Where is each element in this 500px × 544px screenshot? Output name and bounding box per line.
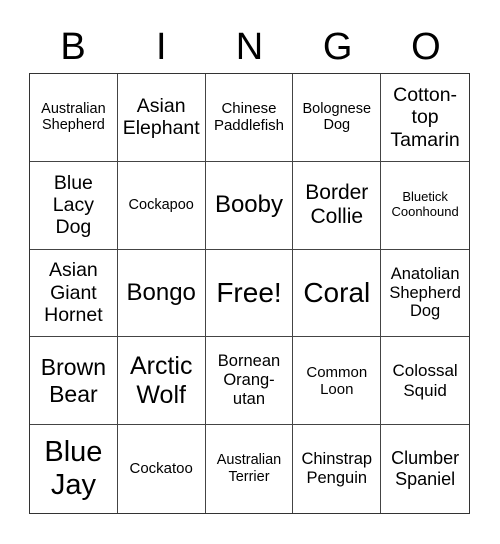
bingo-header: B I N G O [29,22,470,72]
bingo-cell[interactable]: Bolognese Dog [293,74,382,162]
bingo-cell[interactable]: Booby [205,161,294,250]
bingo-cell[interactable]: Colossal Squid [381,337,469,426]
bingo-cell[interactable]: Blue Jay [30,425,118,513]
bingo-cell[interactable]: Blue Lacy Dog [30,161,118,250]
bingo-cell[interactable]: Cockatoo [118,425,206,513]
bingo-cell[interactable]: Arctic Wolf [117,337,206,426]
header-letter-o: O [411,26,441,68]
bingo-cell[interactable]: Australian Shepherd [30,74,118,162]
header-letter-g: G [322,26,353,68]
bingo-cell[interactable]: Brown Bear [30,337,118,426]
header-letter-i: I [156,26,167,68]
header-letter-n: N [235,26,264,68]
bingo-cell[interactable]: Clumber Spaniel [381,425,469,513]
bingo-cell[interactable]: Asian Elephant [117,74,206,162]
bingo-cell[interactable]: Common Loon [293,337,382,426]
bingo-cell[interactable]: Bluetick Coonhound [381,162,469,250]
bingo-cell[interactable]: Bornean Orang-utan [205,337,294,426]
bingo-cell[interactable]: Asian Giant Hornet [30,249,118,338]
bingo-cell[interactable]: Border Collie [293,161,382,250]
bingo-cell[interactable]: Australian Terrier [206,425,294,513]
bingo-cell[interactable]: Chinese Paddlefish [205,74,294,162]
bingo-grid: Australian Shepherd Asian Elephant Chine… [29,73,470,514]
bingo-cell[interactable]: Anatolian Shepherd Dog [381,250,469,338]
free-space[interactable]: Free! [205,249,294,338]
bingo-cell[interactable]: Cockapoo [117,161,206,250]
bingo-cell[interactable]: Chinstrap Penguin [293,425,382,513]
bingo-cell[interactable]: Coral [293,249,382,338]
header-letter-b: B [60,26,86,68]
bingo-cell[interactable]: Bongo [117,249,206,338]
bingo-cell[interactable]: Cotton-top Tamarin [381,74,469,162]
